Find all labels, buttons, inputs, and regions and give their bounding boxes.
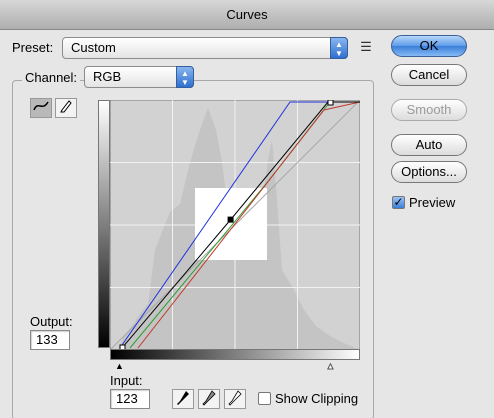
white-point-slider[interactable]: ▲ (326, 361, 336, 372)
pencil-icon[interactable] (55, 98, 77, 118)
white-eyedropper-icon[interactable] (224, 389, 246, 409)
black-point-slider[interactable]: ▲ (115, 361, 124, 371)
smooth-button[interactable]: Smooth (391, 99, 467, 121)
auto-button[interactable]: Auto (391, 134, 467, 156)
preset-select[interactable]: Custom ▲ ▼ (62, 37, 348, 59)
gray-eyedropper-icon[interactable] (198, 389, 220, 409)
curve-point-selected (227, 216, 234, 223)
preset-label: Preset: (12, 40, 54, 55)
window-title: Curves (0, 0, 494, 30)
list-icon[interactable]: ☰ (357, 38, 375, 56)
show-clipping-checkbox[interactable] (258, 392, 271, 405)
preset-value: Custom (71, 40, 116, 55)
black-eyedropper-icon[interactable] (172, 389, 194, 409)
curve-tool-icon[interactable] (30, 98, 52, 118)
input-gradient-bar (110, 349, 360, 360)
chevron-updown-icon: ▲ ▼ (330, 37, 348, 59)
options-button[interactable]: Options... (391, 161, 467, 183)
show-clipping-label: Show Clipping (275, 391, 359, 406)
input-label: Input: (110, 373, 143, 388)
preview-checkbox[interactable]: ✓ (392, 196, 405, 209)
output-label: Output: (30, 314, 73, 329)
channel-value: RGB (93, 69, 122, 84)
curve-point-white (327, 100, 334, 106)
ok-button[interactable]: OK (391, 35, 467, 57)
channel-label: Channel: (22, 70, 81, 85)
input-field[interactable]: 123 (110, 389, 150, 409)
output-gradient-bar (98, 100, 110, 348)
chevron-updown-icon: ▲ ▼ (176, 66, 194, 88)
preview-label: Preview (409, 195, 456, 210)
channel-select[interactable]: RGB ▲ ▼ (84, 66, 194, 88)
cancel-button[interactable]: Cancel (391, 64, 467, 86)
output-field[interactable]: 133 (30, 330, 70, 350)
curve-graph[interactable] (110, 100, 360, 350)
